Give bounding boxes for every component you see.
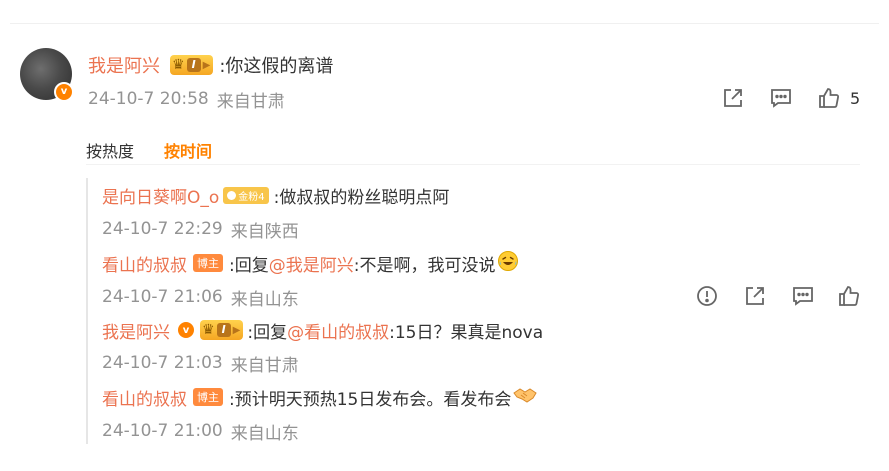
reply-username[interactable]: 我是阿兴 — [102, 318, 170, 343]
reply-source: 来自山东 — [230, 423, 299, 444]
reply-line: 看山的叔叔 博主 :预计明天预热15日发布会。看发布会 — [102, 385, 538, 410]
reply-prefix: :回复 — [247, 322, 288, 343]
reply-text: :预计明天预热15日发布会。看发布会 — [229, 389, 512, 410]
vip-crown-badge[interactable]: ♛ I ▶ — [170, 55, 214, 75]
main-comment-actions: 5 — [721, 86, 860, 110]
reply-prefix: :回复 — [229, 255, 269, 276]
comment-icon[interactable] — [791, 284, 815, 308]
crown-icon: ♛ — [172, 57, 185, 73]
reply-time: 24-10-7 21:00 — [102, 421, 223, 441]
like-count: 5 — [850, 88, 861, 108]
like-button[interactable]: 5 — [817, 86, 860, 110]
comment-icon[interactable] — [769, 86, 793, 110]
top-divider — [10, 23, 879, 24]
reply-line: 是向日葵啊O_o 金粉4 :做叔叔的粉丝聪明点阿 — [102, 183, 450, 208]
crown-icon: ♛ — [202, 322, 215, 338]
avatar[interactable]: v — [20, 48, 74, 102]
reply-meta: 24-10-7 21:06 来自山东 — [102, 285, 299, 310]
chevron-right-icon: ▶ — [232, 324, 241, 336]
share-icon[interactable] — [721, 86, 745, 110]
reply-line: 我是阿兴 v ♛ I ▶ :回复 @看山的叔叔 :15日？果真是nova — [102, 318, 544, 343]
host-badge: 博主 — [193, 254, 223, 272]
reply-line: 看山的叔叔 博主 :回复 @我是阿兴 :不是啊，我可没说 — [102, 250, 519, 277]
report-icon[interactable] — [695, 284, 719, 308]
vip-crown-badge[interactable]: ♛ I ▶ — [200, 320, 244, 340]
chevron-right-icon: ▶ — [202, 59, 211, 71]
laughing-crying-emoji-icon — [497, 250, 519, 277]
sort-tabs: 按热度 按时间 — [86, 138, 242, 162]
reply-text: :不是啊，我可没说 — [353, 255, 496, 276]
reply-text: :15日？果真是nova — [389, 322, 544, 343]
host-badge: 博主 — [193, 388, 223, 406]
fan-badge-icon — [227, 190, 237, 200]
main-comment-source: 来自甘肃 — [216, 91, 285, 112]
reply-username[interactable]: 看山的叔叔 — [102, 251, 187, 276]
reply-text: :做叔叔的粉丝聪明点阿 — [273, 187, 450, 208]
handshake-emoji-icon — [513, 386, 538, 409]
reply-source: 来自陕西 — [230, 221, 299, 242]
main-comment-username[interactable]: 我是阿兴 — [88, 52, 160, 78]
reply-meta: 24-10-7 22:29 来自陕西 — [102, 217, 299, 242]
tab-time[interactable]: 按时间 — [164, 138, 212, 162]
verified-badge-icon: v — [178, 322, 194, 338]
reply-mention[interactable]: @我是阿兴 — [269, 251, 354, 276]
fan-badge-label: 金粉4 — [238, 191, 265, 203]
reply-time: 24-10-7 21:03 — [102, 353, 223, 373]
sort-divider — [86, 164, 860, 165]
main-comment-time: 24-10-7 20:58 — [88, 89, 209, 109]
verified-badge-icon: v — [54, 82, 74, 102]
reply-time: 24-10-7 22:29 — [102, 219, 223, 239]
tab-hot[interactable]: 按热度 — [86, 138, 134, 162]
reply-mention[interactable]: @看山的叔叔 — [287, 318, 389, 343]
reply-source: 来自甘肃 — [230, 355, 299, 376]
main-comment-meta: 24-10-7 20:58 来自甘肃 — [88, 87, 285, 112]
reply-username[interactable]: 是向日葵啊O_o — [102, 183, 219, 208]
share-icon[interactable] — [743, 284, 767, 308]
fan-badge[interactable]: 金粉4 — [223, 186, 269, 204]
reply-time: 24-10-7 21:06 — [102, 287, 223, 307]
vip-level: I — [216, 323, 231, 337]
reply-meta: 24-10-7 21:03 来自甘肃 — [102, 351, 299, 376]
like-icon[interactable] — [837, 284, 861, 308]
reply-meta: 24-10-7 21:00 来自山东 — [102, 419, 299, 444]
reply-actions — [695, 284, 861, 308]
reply-source: 来自山东 — [230, 289, 299, 310]
reply-username[interactable]: 看山的叔叔 — [102, 385, 187, 410]
like-icon — [819, 88, 840, 108]
vip-level: I — [186, 58, 201, 72]
reply-thread-rail — [86, 178, 88, 444]
main-comment-text: :你这假的离谱 — [219, 56, 334, 77]
main-comment-line: 我是阿兴 ♛ I ▶ :你这假的离谱 — [88, 53, 333, 77]
